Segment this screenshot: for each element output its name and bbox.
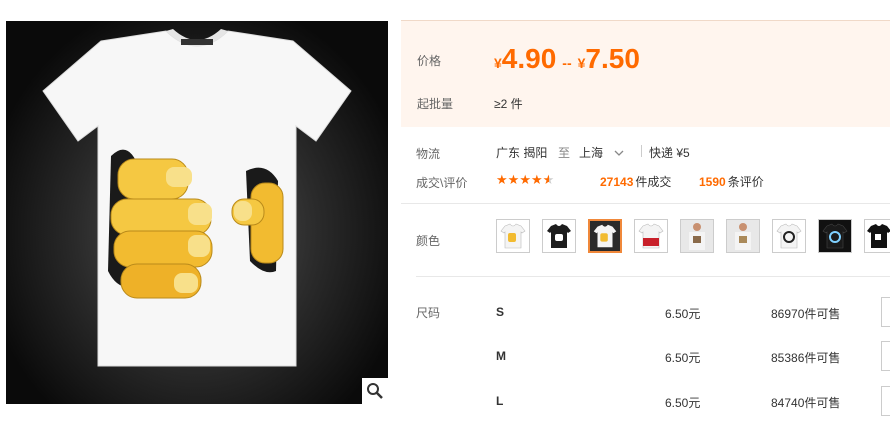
price-min: 4.90 bbox=[501, 43, 557, 74]
quantity-decrease-button[interactable]: - bbox=[881, 297, 890, 327]
deals-label: 成交\评价 bbox=[416, 176, 468, 190]
destination-select[interactable]: 上海 bbox=[579, 144, 624, 161]
star-icon: ★ bbox=[519, 172, 531, 187]
price-panel: 价格 ¥4.90 -- ¥7.50 起批量 ≥2 件 bbox=[401, 20, 890, 127]
section-divider bbox=[416, 276, 890, 277]
size-name: S bbox=[496, 305, 505, 319]
size-stock: 85386件可售 bbox=[771, 351, 841, 365]
magnifier-icon bbox=[367, 383, 383, 399]
tshirt-illustration bbox=[42, 29, 352, 367]
size-row: L 6.50元 84740件可售 - bbox=[401, 386, 890, 438]
color-swatch[interactable] bbox=[772, 219, 806, 253]
price-separator: -- bbox=[562, 55, 572, 71]
quantity-decrease-button[interactable]: - bbox=[881, 386, 890, 416]
deal-count: 27143 bbox=[600, 175, 634, 189]
moq-label: 起批量 bbox=[417, 97, 454, 111]
color-swatch[interactable] bbox=[818, 219, 852, 253]
color-label: 颜色 bbox=[416, 234, 441, 248]
size-name: M bbox=[496, 349, 506, 363]
color-swatch[interactable] bbox=[864, 219, 890, 253]
quantity-decrease-button[interactable]: - bbox=[881, 341, 890, 371]
half-star-icon: ★ bbox=[542, 172, 555, 187]
deal-count-suffix: 件成交 bbox=[635, 175, 672, 189]
color-swatch-selected[interactable] bbox=[588, 219, 622, 253]
chevron-down-icon bbox=[614, 150, 624, 156]
price-max: 7.50 bbox=[585, 43, 640, 74]
review-count-link[interactable]: 1590 条评价 bbox=[699, 173, 764, 190]
ship-from: 广东 揭阳 bbox=[496, 146, 548, 160]
size-name: L bbox=[496, 394, 504, 408]
rating-stars: ★★★★★ bbox=[496, 172, 554, 188]
size-price: 6.50元 bbox=[665, 307, 701, 321]
color-swatch[interactable] bbox=[542, 219, 576, 253]
star-icon: ★ bbox=[496, 172, 508, 187]
logistics-label: 物流 bbox=[416, 147, 441, 161]
section-divider bbox=[401, 203, 890, 204]
size-stock: 84740件可售 bbox=[771, 396, 841, 410]
size-stock: 86970件可售 bbox=[771, 307, 841, 321]
star-icon: ★ bbox=[530, 172, 543, 187]
color-swatch[interactable] bbox=[496, 219, 530, 253]
price-label: 价格 bbox=[417, 54, 442, 68]
size-price: 6.50元 bbox=[665, 396, 701, 410]
price-range: ¥4.90 -- ¥7.50 bbox=[494, 43, 640, 75]
color-swatch[interactable] bbox=[726, 219, 760, 253]
review-count-suffix: 条评价 bbox=[727, 175, 764, 189]
top-strip: ▔▔▔▔▔▔▔▔▔▔▔▔▔▔▔▔▔▔▔▔▔▔▔▔▔▔▔▔▔▔ bbox=[0, 0, 890, 10]
size-row: M 6.50元 85386件可售 - bbox=[401, 341, 890, 393]
size-row: S 6.50元 86970件可售 - bbox=[401, 297, 890, 349]
zoom-button[interactable] bbox=[362, 378, 388, 404]
shipping-fee: 快递 ¥5 bbox=[649, 146, 690, 160]
product-image[interactable] bbox=[6, 21, 388, 404]
color-swatch[interactable] bbox=[634, 219, 668, 253]
moq-value: ≥2 件 bbox=[494, 97, 523, 111]
star-icon: ★ bbox=[507, 172, 520, 187]
size-price: 6.50元 bbox=[665, 351, 701, 365]
ship-to-word: 至 bbox=[558, 146, 571, 160]
product-title-cut: ▔▔▔▔▔▔▔▔▔▔▔▔▔▔▔▔▔▔▔▔▔▔▔▔▔▔▔▔▔▔ bbox=[40, 0, 440, 10]
logistics-divider bbox=[641, 145, 642, 157]
currency-symbol: ¥ bbox=[494, 55, 502, 71]
color-swatch[interactable] bbox=[680, 219, 714, 253]
destination-value: 上海 bbox=[579, 146, 604, 160]
deal-count-link[interactable]: 27143 件成交 bbox=[600, 173, 671, 190]
review-count: 1590 bbox=[699, 175, 726, 189]
